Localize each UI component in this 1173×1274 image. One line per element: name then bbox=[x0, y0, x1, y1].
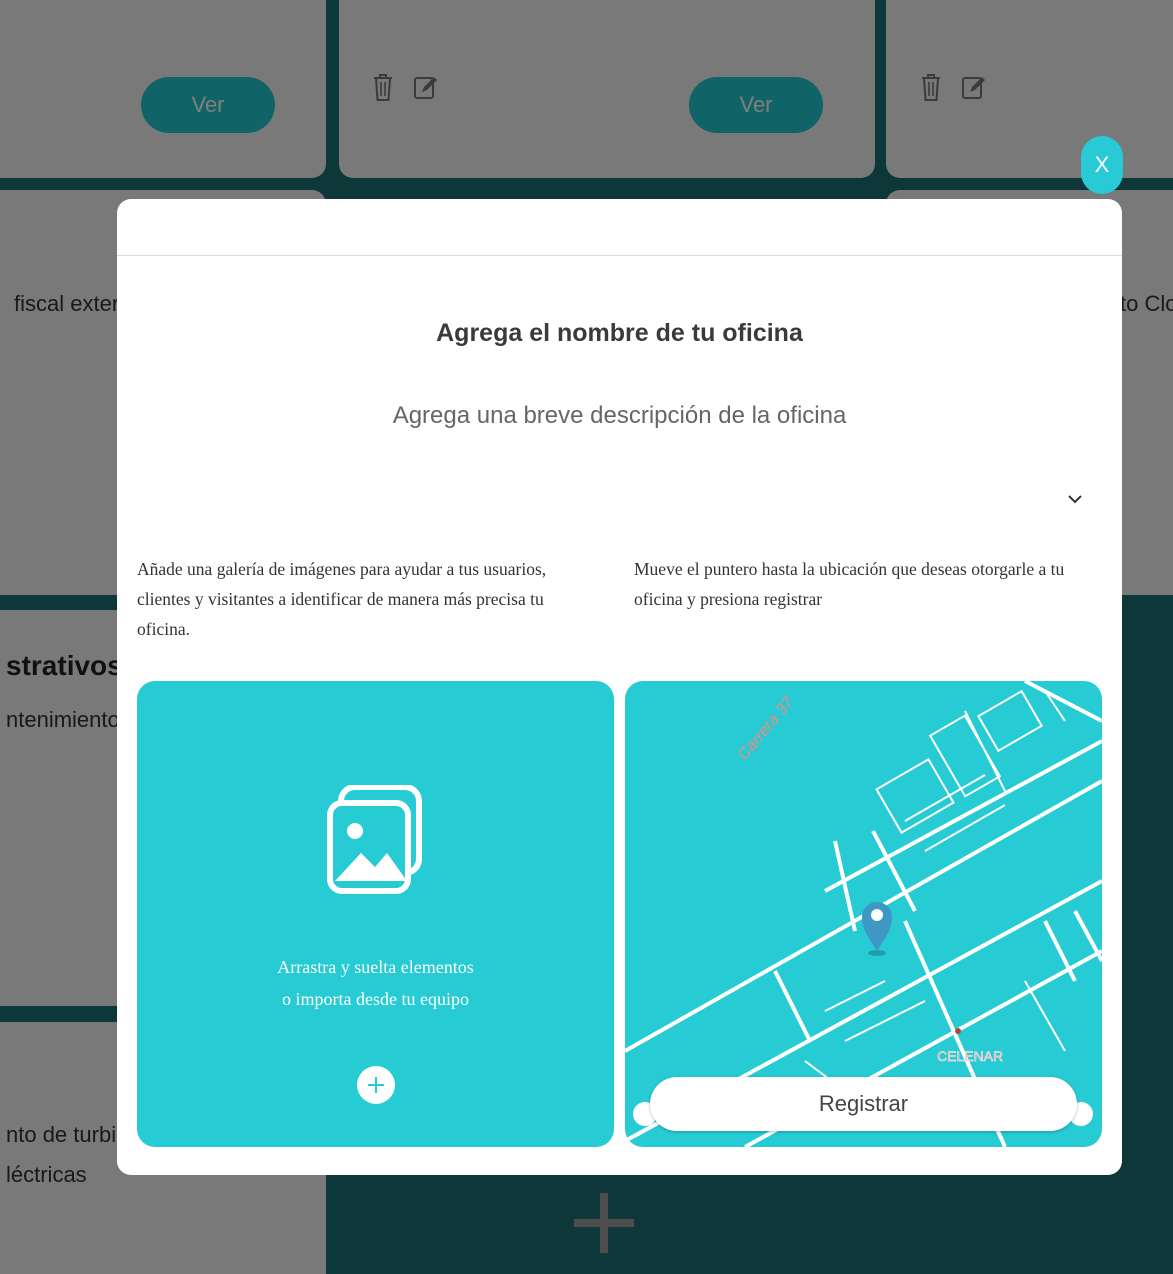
image-upload-dropzone[interactable]: Arrastra y suelta elementos o importa de… bbox=[137, 681, 614, 1147]
add-office-modal: Agrega el nombre de tu oficina Agrega un… bbox=[117, 199, 1122, 1175]
image-gallery-icon bbox=[327, 785, 422, 894]
upload-instructions: Arrastra y suelta elementos o importa de… bbox=[137, 951, 614, 1015]
upload-line-2: o importa desde tu equipo bbox=[282, 989, 469, 1009]
location-pin-icon[interactable] bbox=[862, 902, 892, 956]
map-place-dot bbox=[955, 1028, 961, 1034]
close-modal-button[interactable]: X bbox=[1081, 136, 1123, 194]
map-street-label: Carrera 37 bbox=[735, 693, 798, 763]
header-divider bbox=[117, 255, 1122, 256]
register-button[interactable]: Registrar bbox=[650, 1077, 1077, 1131]
upload-line-1: Arrastra y suelta elementos bbox=[277, 957, 474, 977]
chevron-down-icon[interactable] bbox=[1067, 493, 1083, 505]
location-map[interactable]: Carrera 37 CELENAR Registrar bbox=[625, 681, 1102, 1147]
map-place-label: CELENAR bbox=[937, 1048, 1003, 1064]
office-description-field[interactable]: Agrega una breve descripción de la ofici… bbox=[117, 402, 1122, 430]
map-description: Mueve el puntero hasta la ubicación que … bbox=[634, 559, 1065, 609]
close-icon: X bbox=[1094, 152, 1110, 177]
gallery-description: Añade una galería de imágenes para ayuda… bbox=[137, 559, 547, 639]
add-image-button[interactable] bbox=[357, 1066, 395, 1104]
plus-icon bbox=[368, 1077, 384, 1093]
office-name-field[interactable]: Agrega el nombre de tu oficina bbox=[117, 319, 1122, 348]
